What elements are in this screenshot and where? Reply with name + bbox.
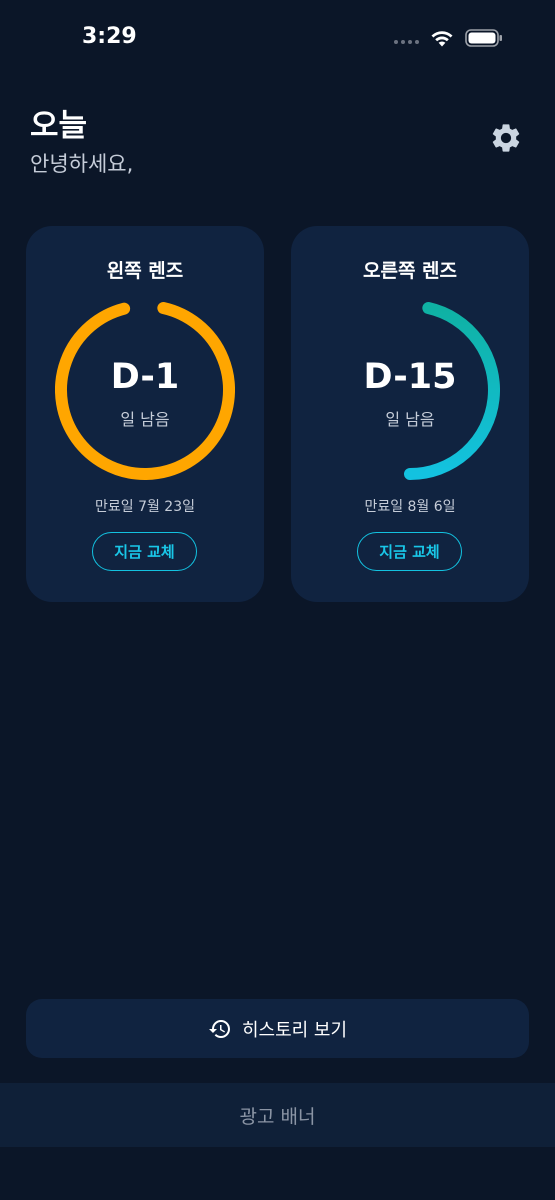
card-title: 왼쪽 렌즈: [106, 260, 184, 282]
expiry-date: 만료일 7월 23일: [94, 499, 196, 515]
expiry-date: 만료일 8월 6일: [364, 499, 456, 515]
battery-icon: [465, 29, 502, 47]
gear-icon: [492, 124, 520, 152]
days-left-label: 일 남음: [385, 410, 435, 429]
replace-now-button[interactable]: 지금 교체: [357, 532, 462, 571]
dday-value: D-1: [110, 357, 180, 397]
history-button[interactable]: 히스토리 보기: [26, 999, 529, 1058]
card-title: 오른쪽 렌즈: [362, 260, 457, 282]
settings-button[interactable]: [486, 118, 526, 158]
history-label: 히스토리 보기: [241, 1019, 348, 1041]
days-left-label: 일 남음: [120, 410, 170, 429]
replace-now-button[interactable]: 지금 교체: [92, 532, 197, 571]
ad-banner[interactable]: 광고 배너: [0, 1083, 555, 1147]
signal-icon: [394, 40, 419, 44]
greeting-text: 안녕하세요,: [30, 152, 134, 176]
dday-value: D-15: [363, 357, 457, 397]
status-time: 3:29: [82, 24, 137, 49]
right-lens-card: 오른쪽 렌즈 D-15 일 남음 만료일 8월 6일 지금 교체: [291, 226, 529, 602]
history-icon: [208, 1017, 232, 1041]
wifi-icon: [431, 31, 453, 47]
left-lens-card: 왼쪽 렌즈 D-1 일 남음 만료일 7월 23일 지금 교체: [26, 226, 264, 602]
page-title: 오늘: [30, 108, 88, 144]
status-bar: 3:29: [0, 0, 555, 80]
